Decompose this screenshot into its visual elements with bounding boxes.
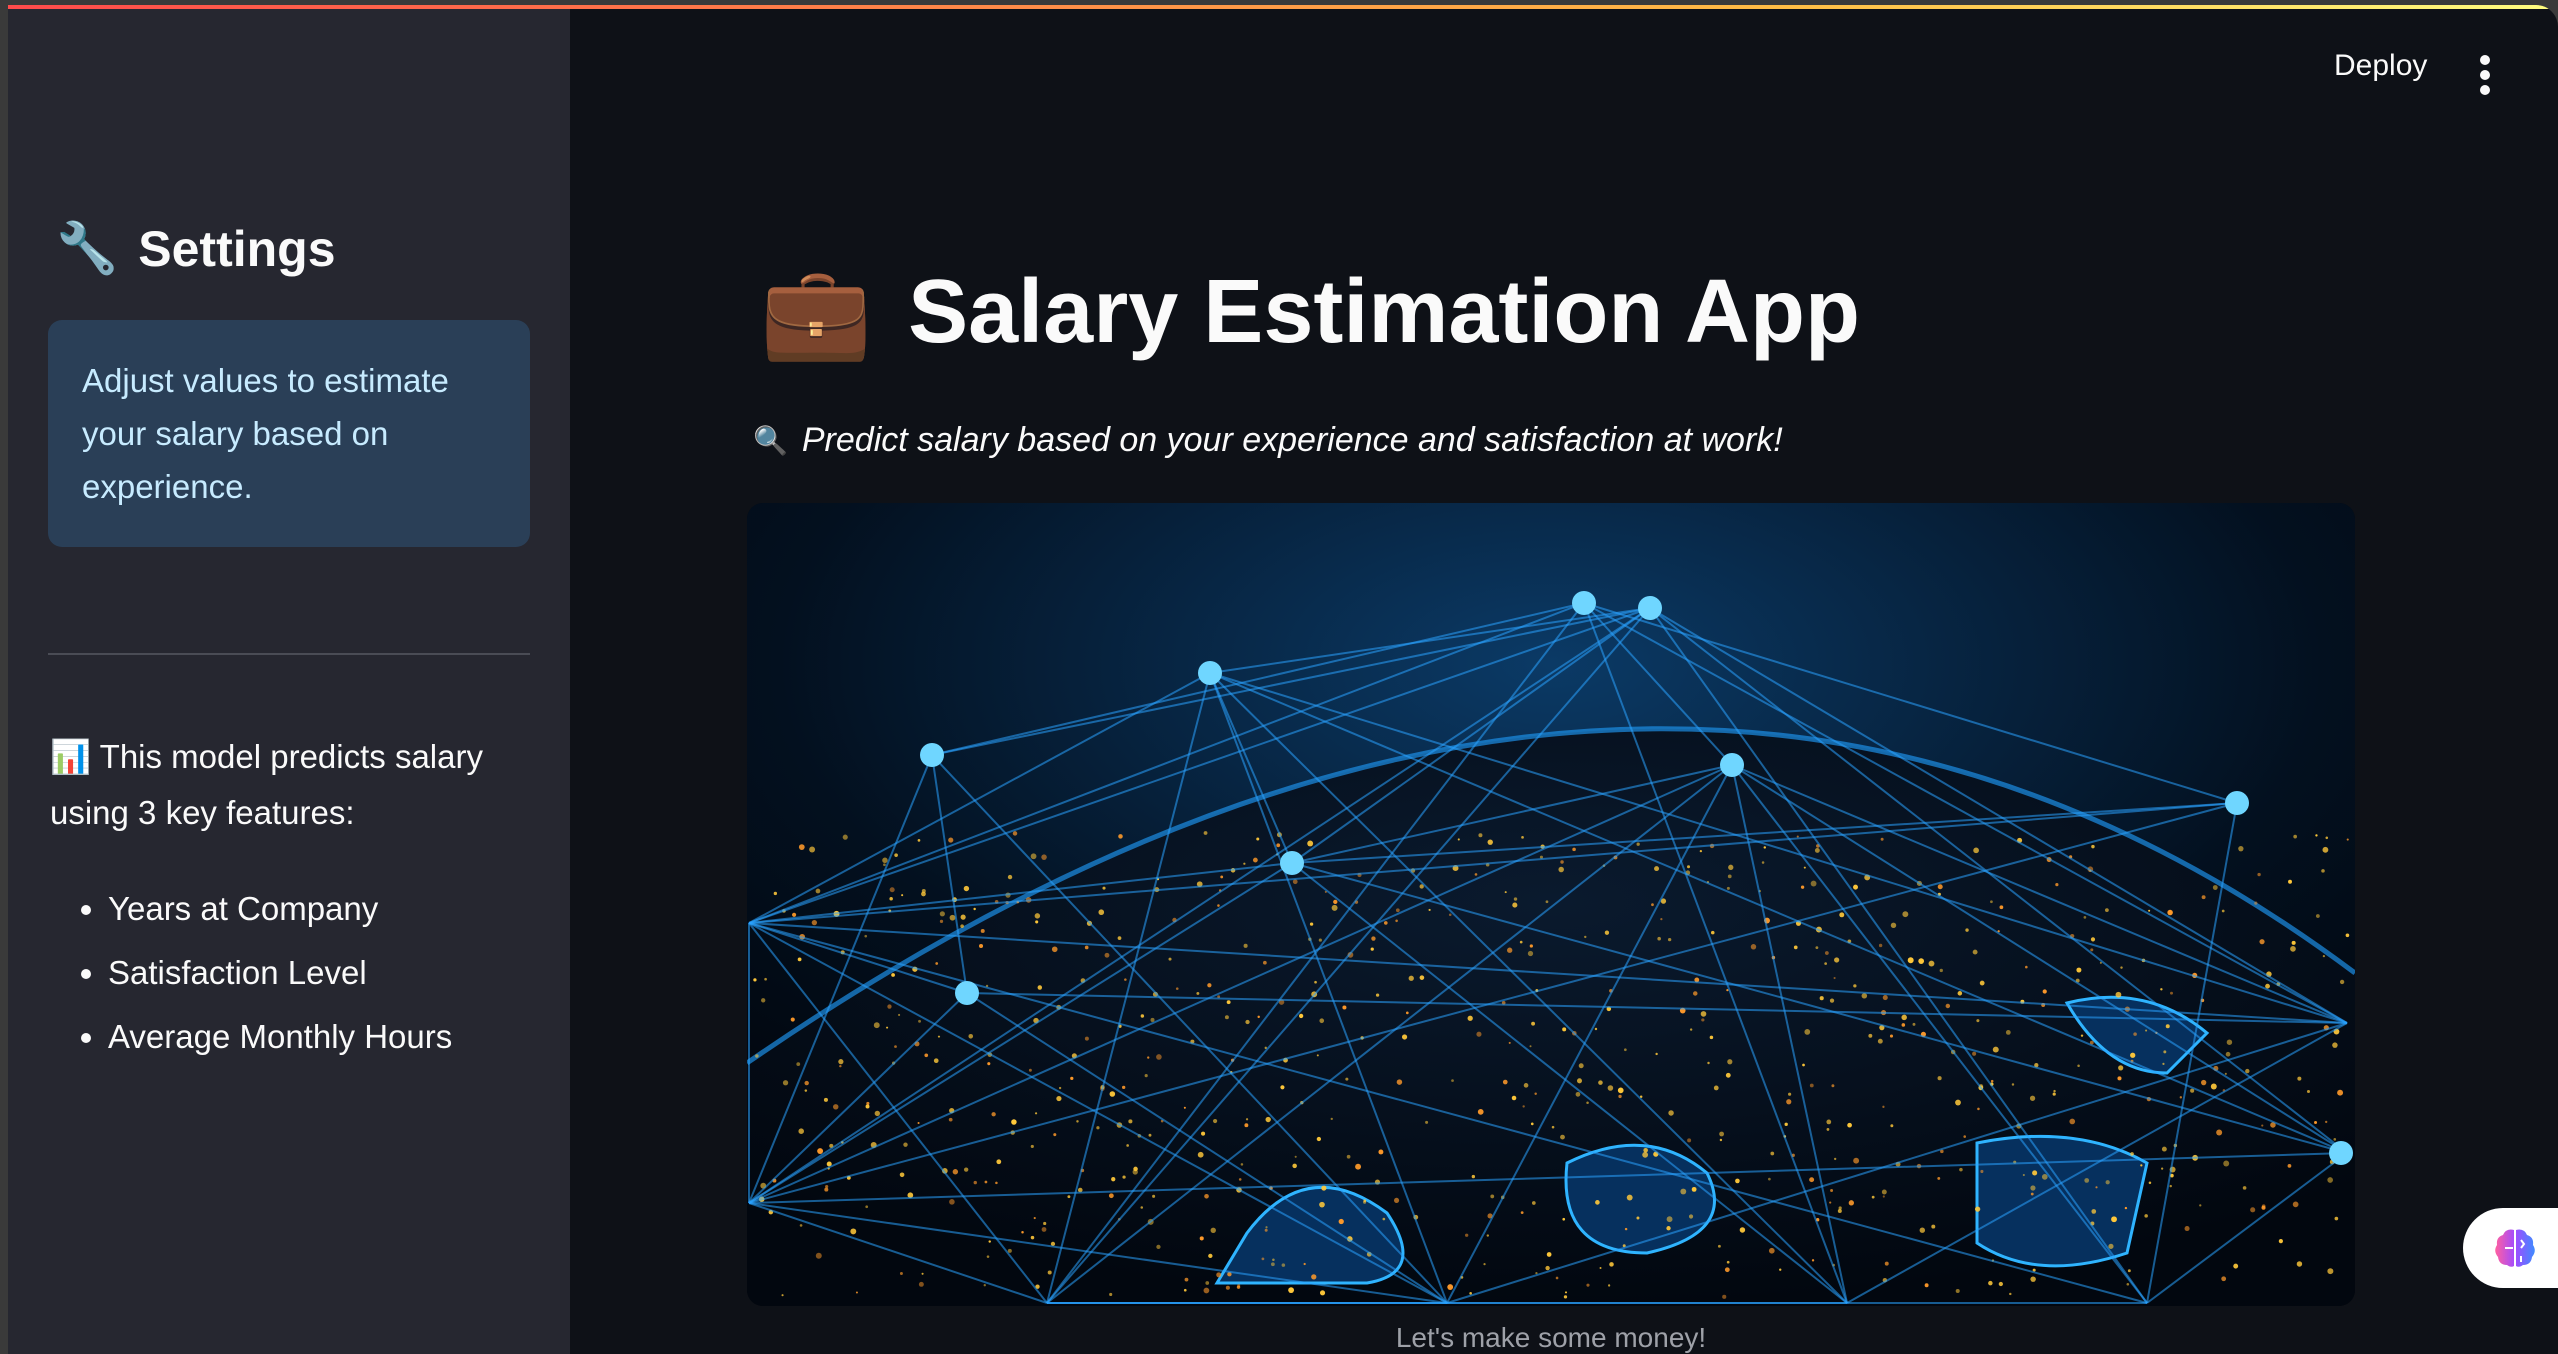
sidebar-title: 🔧 Settings bbox=[56, 219, 336, 278]
network-node bbox=[955, 981, 979, 1005]
info-box: Adjust values to estimate your salary ba… bbox=[48, 320, 530, 547]
bar-chart-icon: 📊 bbox=[50, 738, 92, 775]
network-node bbox=[1280, 851, 1304, 875]
model-text: This model predicts salary using 3 key f… bbox=[50, 738, 483, 831]
sidebar-title-text: Settings bbox=[138, 220, 336, 277]
divider bbox=[48, 653, 530, 655]
feature-item: Years at Company bbox=[108, 877, 452, 941]
model-description: 📊 This model predicts salary using 3 key… bbox=[50, 729, 530, 841]
magnifier-icon: 🔍 bbox=[753, 425, 788, 456]
network-node bbox=[920, 743, 944, 767]
hero-image-globe-network bbox=[747, 503, 2355, 1306]
page-title: 💼 Salary Estimation App bbox=[760, 260, 1860, 365]
brain-icon bbox=[2494, 1229, 2535, 1267]
network-node bbox=[1572, 591, 1596, 615]
sidebar: 🔧 Settings Adjust values to estimate you… bbox=[8, 9, 570, 1354]
network-node bbox=[1720, 753, 1744, 777]
kebab-menu-icon[interactable] bbox=[2478, 55, 2492, 95]
deploy-button[interactable]: Deploy bbox=[2334, 49, 2427, 83]
subtitle: 🔍 Predict salary based on your experienc… bbox=[753, 421, 1783, 460]
app-window: 🔧 Settings Adjust values to estimate you… bbox=[8, 5, 2558, 1354]
image-caption: Let's make some money! bbox=[1395, 1322, 1707, 1353]
network-node bbox=[1198, 661, 1222, 685]
network-node bbox=[2329, 1141, 2353, 1165]
feature-list: Years at Company Satisfaction Level Aver… bbox=[58, 877, 452, 1069]
feature-item: Satisfaction Level bbox=[108, 941, 452, 1005]
feature-item: Average Monthly Hours bbox=[108, 1005, 452, 1069]
page-title-text: Salary Estimation App bbox=[908, 262, 1860, 362]
briefcase-icon: 💼 bbox=[760, 263, 873, 363]
subtitle-text: Predict salary based on your experience … bbox=[801, 421, 1783, 459]
wrench-icon: 🔧 bbox=[56, 220, 119, 276]
assistant-widget-button[interactable] bbox=[2463, 1208, 2558, 1288]
network-node bbox=[2225, 791, 2249, 815]
network-node bbox=[1638, 596, 1662, 620]
